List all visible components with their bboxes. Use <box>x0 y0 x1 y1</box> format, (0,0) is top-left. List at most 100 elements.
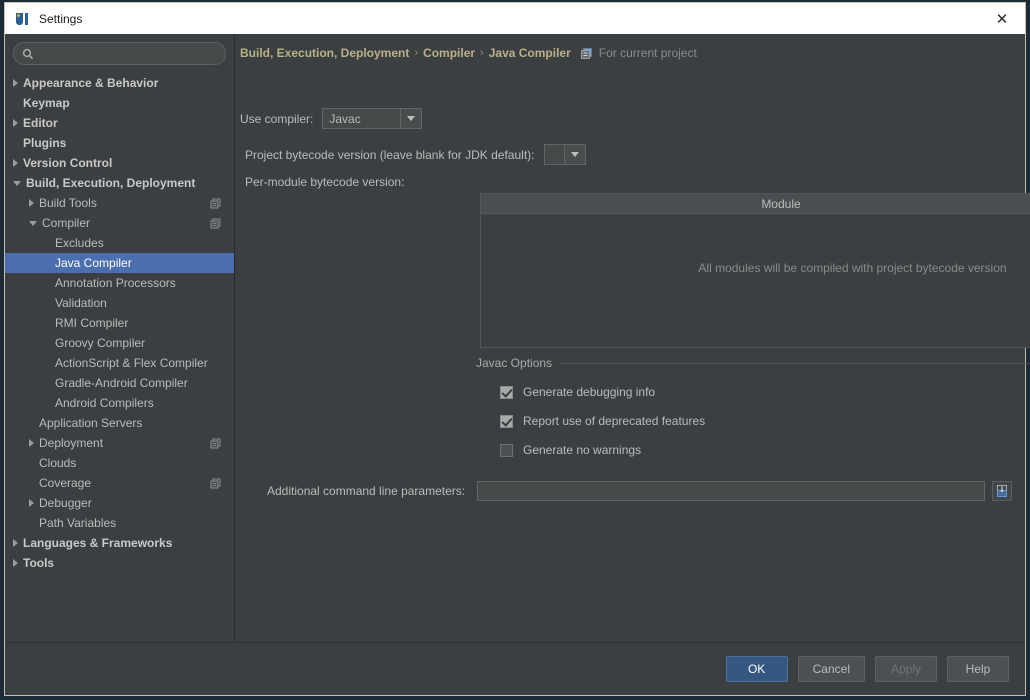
ok-button[interactable]: OK <box>725 656 788 682</box>
chevron-down-icon[interactable] <box>400 109 422 128</box>
sidebar-item-java-compiler[interactable]: Java Compiler <box>5 253 234 273</box>
dialog-footer: OK Cancel Apply Help <box>5 642 1025 695</box>
project-scope-icon <box>210 198 221 208</box>
breadcrumb-item-2[interactable]: Compiler <box>423 46 475 60</box>
checkbox-generate-debugging-info[interactable]: Generate debugging info <box>500 385 655 399</box>
sidebar-item-languages-and-frameworks[interactable]: Languages & Frameworks <box>5 533 234 553</box>
additional-params-label: Additional command line parameters: <box>267 484 466 498</box>
use-compiler-row: Use compiler: Javac <box>240 108 423 129</box>
sidebar-item-label: RMI Compiler <box>55 316 129 330</box>
breadcrumb-scope-note: For current project <box>598 46 697 60</box>
close-icon[interactable]: ✕ <box>979 3 1025 34</box>
sidebar-item-version-control[interactable]: Version Control <box>5 153 234 173</box>
use-compiler-value: Javac <box>329 111 361 126</box>
javac-options-title: Javac Options <box>476 356 553 370</box>
sidebar-item-coverage[interactable]: Coverage <box>5 473 234 493</box>
sidebar-item-application-servers[interactable]: Application Servers <box>5 413 234 433</box>
breadcrumb-separator: › <box>414 47 419 59</box>
sidebar-item-label: Plugins <box>23 136 67 150</box>
sidebar-item-appearance-and-behavior[interactable]: Appearance & Behavior <box>5 73 234 93</box>
sidebar-item-label: Deployment <box>39 436 104 450</box>
project-scope-icon <box>210 478 221 488</box>
project-bytecode-row: Project bytecode version (leave blank fo… <box>245 144 587 165</box>
sidebar-item-groovy-compiler[interactable]: Groovy Compiler <box>5 333 234 353</box>
project-scope-icon <box>210 438 221 448</box>
sidebar-item-gradle-android-compiler[interactable]: Gradle-Android Compiler <box>5 373 234 393</box>
checkbox-label: Report use of deprecated features <box>523 414 706 428</box>
sidebar-item-path-variables[interactable]: Path Variables <box>5 513 234 533</box>
chevron-right-icon[interactable] <box>13 559 18 567</box>
sidebar-item-label: Debugger <box>39 496 92 510</box>
intellij-idea-icon <box>15 11 31 27</box>
breadcrumb-item-1[interactable]: Build, Execution, Deployment <box>240 46 409 60</box>
chevron-right-icon[interactable] <box>29 499 34 507</box>
chevron-right-icon[interactable] <box>13 159 18 167</box>
per-module-table[interactable]: Module Target bytecode version All modul… <box>480 193 1030 348</box>
sidebar-item-compiler[interactable]: Compiler <box>5 213 234 233</box>
chevron-right-icon[interactable] <box>13 539 18 547</box>
checkbox-report-deprecated[interactable]: Report use of deprecated features <box>500 414 705 428</box>
checkbox-label: Generate debugging info <box>523 385 656 399</box>
sidebar-item-editor[interactable]: Editor <box>5 113 234 133</box>
cancel-button[interactable]: Cancel <box>797 656 865 682</box>
sidebar-item-label: Gradle-Android Compiler <box>55 376 188 390</box>
breadcrumb-item-3[interactable]: Java Compiler <box>489 46 571 60</box>
help-button[interactable]: Help <box>947 656 1009 682</box>
search-box[interactable] <box>13 42 226 65</box>
per-module-label: Per-module bytecode version: <box>245 175 405 189</box>
chevron-down-icon[interactable] <box>13 180 21 186</box>
sidebar-item-android-compilers[interactable]: Android Compilers <box>5 393 234 413</box>
sidebar-item-clouds[interactable]: Clouds <box>5 453 234 473</box>
sidebar-item-annotation-processors[interactable]: Annotation Processors <box>5 273 234 293</box>
sidebar-item-build-tools[interactable]: Build Tools <box>5 193 234 213</box>
settings-sidebar: Appearance & Behavior Keymap Editor Plugins… <box>5 34 235 642</box>
apply-button[interactable]: Apply <box>875 656 937 682</box>
column-header-module[interactable]: Module <box>481 194 1030 213</box>
sidebar-item-label: Java Compiler <box>55 256 132 270</box>
chevron-down-icon[interactable] <box>29 220 37 226</box>
sidebar-item-plugins[interactable]: Plugins <box>5 133 234 153</box>
sidebar-item-label: Editor <box>23 116 58 130</box>
checkbox-generate-no-warnings[interactable]: Generate no warnings <box>500 443 641 457</box>
settings-tree[interactable]: Appearance & Behavior Keymap Editor Plugins… <box>5 71 234 642</box>
group-divider <box>559 362 1030 364</box>
sidebar-item-validation[interactable]: Validation <box>5 293 234 313</box>
sidebar-item-label: Keymap <box>23 96 70 110</box>
checkbox-box[interactable] <box>500 385 513 399</box>
checkbox-box[interactable] <box>500 443 513 457</box>
insert-macro-button[interactable] <box>992 481 1012 501</box>
settings-dialog: Settings ✕ Appearance & Behavior Keymap Ed… <box>4 2 1030 696</box>
sidebar-item-actionscript-and-flex-compiler[interactable]: ActionScript & Flex Compiler <box>5 353 234 373</box>
title-bar: Settings ✕ <box>5 3 1025 34</box>
sidebar-item-label: Compiler <box>42 216 91 230</box>
sidebar-item-excludes[interactable]: Excludes <box>5 233 234 253</box>
use-compiler-dropdown[interactable]: Javac <box>322 108 423 129</box>
window-title: Settings <box>39 11 83 26</box>
chevron-down-icon[interactable] <box>564 145 586 164</box>
sidebar-item-keymap[interactable]: Keymap <box>5 93 234 113</box>
dialog-body: Appearance & Behavior Keymap Editor Plugins… <box>5 34 1030 642</box>
chevron-right-icon[interactable] <box>13 79 18 87</box>
sidebar-item-label: Version Control <box>23 156 113 170</box>
project-bytecode-dropdown[interactable] <box>544 144 587 165</box>
sidebar-item-label: Application Servers <box>39 416 143 430</box>
settings-main-panel: Build, Execution, Deployment › Compiler … <box>235 34 1030 642</box>
sidebar-item-label: Build Tools <box>39 196 97 210</box>
project-bytecode-label: Project bytecode version (leave blank fo… <box>245 147 535 162</box>
sidebar-item-rmi-compiler[interactable]: RMI Compiler <box>5 313 234 333</box>
javac-options-group: Javac Options <box>476 356 1030 370</box>
sidebar-item-tools[interactable]: Tools <box>5 553 234 573</box>
chevron-right-icon[interactable] <box>29 199 34 207</box>
insert-macro-icon <box>997 485 1008 497</box>
sidebar-item-debugger[interactable]: Debugger <box>5 493 234 513</box>
search-input[interactable] <box>39 45 213 62</box>
chevron-right-icon[interactable] <box>13 119 18 127</box>
sidebar-item-label: Clouds <box>39 456 77 470</box>
checkbox-box[interactable] <box>500 414 513 428</box>
project-scope-icon <box>580 47 592 59</box>
sidebar-item-build-execution-deployment[interactable]: Build, Execution, Deployment <box>5 173 234 193</box>
sidebar-item-deployment[interactable]: Deployment <box>5 433 234 453</box>
additional-params-input[interactable] <box>477 481 986 501</box>
chevron-right-icon[interactable] <box>29 439 34 447</box>
checkbox-label: Generate no warnings <box>523 443 642 457</box>
